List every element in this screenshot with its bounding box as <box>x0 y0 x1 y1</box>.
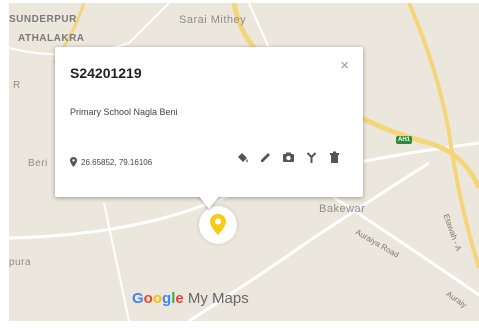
map-screenshot-frame: SUNDERPUR ATHALAKRA Sarai Mithey R Beri … <box>0 0 479 333</box>
feature-title: S24201219 <box>70 65 142 81</box>
google-my-maps-logo: Google My Maps <box>132 290 249 307</box>
info-window-pointer <box>198 195 220 209</box>
style-paint-bucket-icon[interactable] <box>236 151 249 164</box>
camera-icon[interactable] <box>282 151 295 164</box>
place-label-sunderpur: SUNDERPUR <box>9 14 77 25</box>
feature-toolbar <box>236 151 341 164</box>
coordinates-text: 26.65852, 79.16106 <box>81 157 153 167</box>
close-icon[interactable]: × <box>340 57 349 74</box>
place-label-pura: pura <box>9 257 32 268</box>
delete-trash-icon[interactable] <box>328 151 341 164</box>
place-label-beri: Beri <box>28 158 48 169</box>
directions-fork-icon[interactable] <box>305 151 318 164</box>
edit-pencil-icon[interactable] <box>259 151 272 164</box>
place-label-athalakra: ATHALAKRA <box>18 33 85 44</box>
feature-info-window: S24201219 × Primary School Nagla Beni 26… <box>55 47 363 209</box>
location-marker[interactable] <box>199 206 237 244</box>
map-pin-icon <box>210 214 226 235</box>
place-label-sarai-mithey: Sarai Mithey <box>179 14 247 26</box>
place-label-bakewar: Bakewar <box>319 203 366 215</box>
google-wordmark: Google <box>132 290 184 307</box>
feature-description: Primary School Nagla Beni <box>70 107 178 117</box>
product-name: My Maps <box>187 290 249 307</box>
location-pin-icon <box>70 157 77 167</box>
highway-shield-ah1: AH1 <box>396 136 413 144</box>
coordinates-row: 26.65852, 79.16106 <box>70 157 152 167</box>
place-label-r: R <box>13 80 21 91</box>
